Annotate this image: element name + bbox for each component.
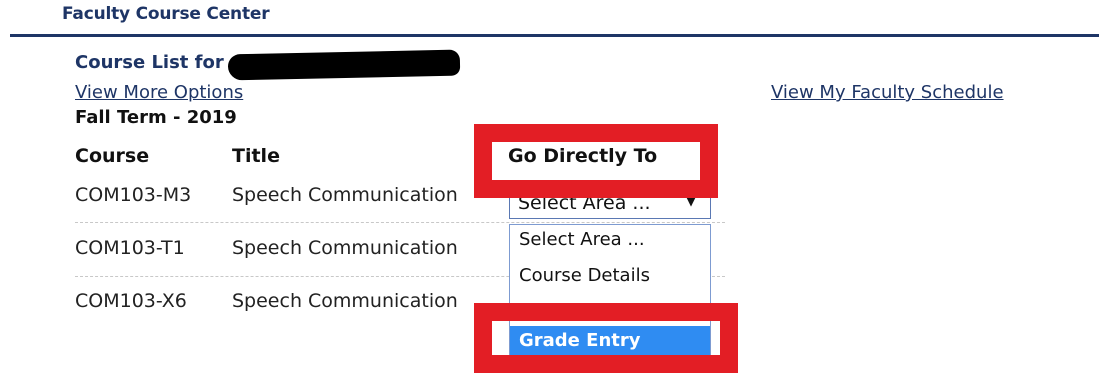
term-label: Fall Term - 2019: [75, 107, 237, 128]
column-header-course: Course: [75, 145, 150, 167]
course-code: COM103-X6: [75, 290, 187, 312]
row-divider: [75, 222, 725, 223]
dropdown-arrow-icon: ▼: [686, 194, 696, 209]
option-select-area[interactable]: Select Area ...: [510, 225, 710, 255]
course-list-label: Course List for: [75, 52, 224, 73]
column-header-go-directly-to: Go Directly To: [508, 145, 658, 167]
option-course-details[interactable]: Course Details: [510, 261, 710, 291]
select-value: Select Area ...: [518, 192, 651, 214]
view-faculty-schedule-link[interactable]: View My Faculty Schedule: [771, 82, 1004, 103]
go-directly-to-options: Select Area ... Course Details Class Lis…: [509, 224, 711, 356]
redacted-name: [227, 49, 461, 81]
course-code: COM103-T1: [75, 237, 185, 259]
course-code: COM103-M3: [75, 184, 192, 206]
page-header-title: Faculty Course Center: [62, 4, 270, 24]
course-title: Speech Communication: [232, 290, 458, 312]
go-directly-to-select[interactable]: Select Area ... ▼: [509, 189, 711, 219]
course-title: Speech Communication: [232, 184, 458, 206]
view-more-options-link[interactable]: View More Options: [75, 82, 243, 103]
option-class-list[interactable]: Class List: [510, 297, 710, 327]
header-divider: [10, 34, 1099, 37]
option-grade-entry[interactable]: Grade Entry: [510, 326, 710, 356]
course-title: Speech Communication: [232, 237, 458, 259]
column-header-title: Title: [232, 145, 280, 167]
